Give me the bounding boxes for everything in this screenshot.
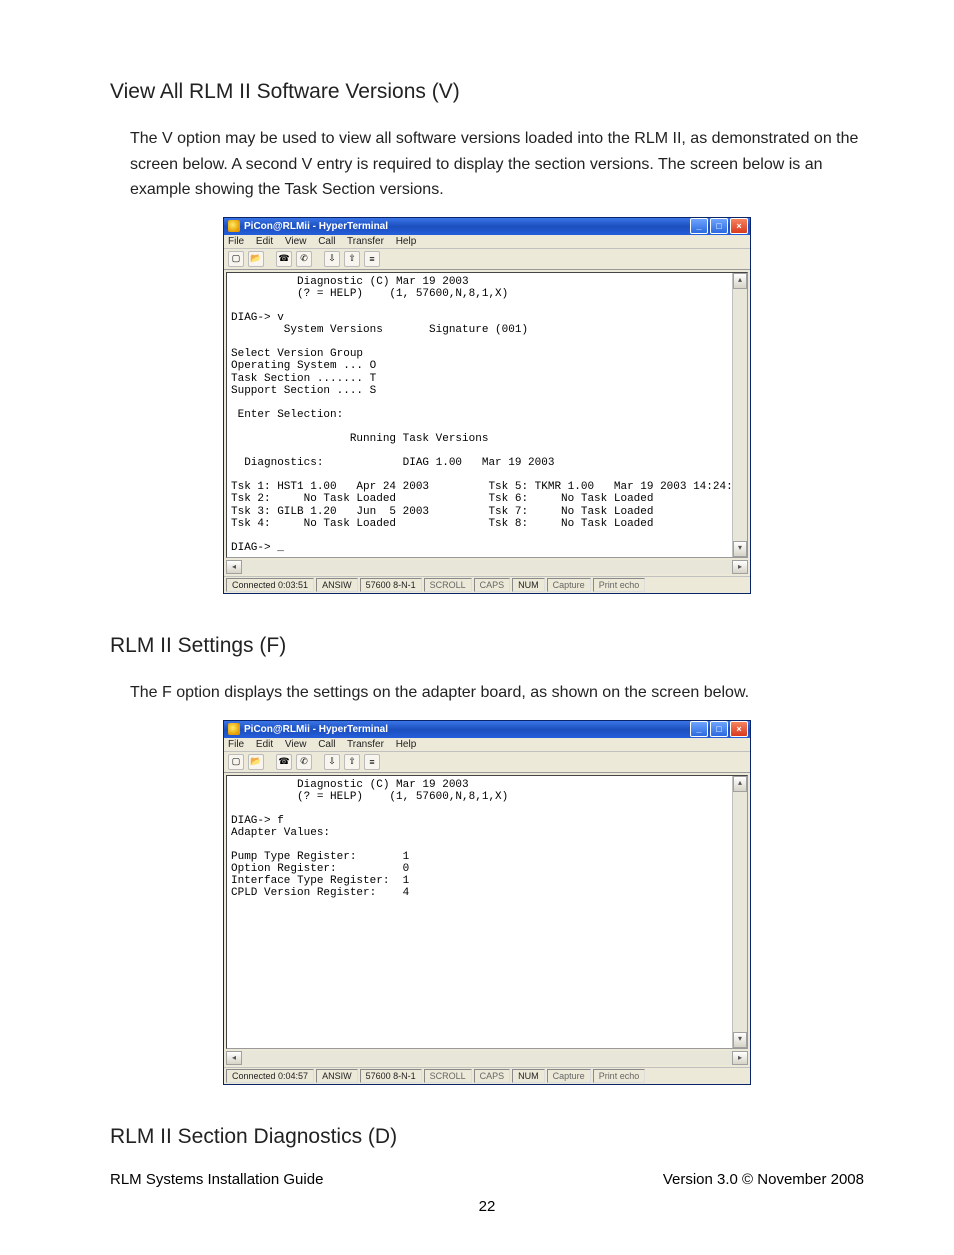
scroll-down-button[interactable]: ▾ [733, 541, 747, 557]
titlebar[interactable]: PiCon@RLMii - HyperTerminal _ □ × [224, 721, 750, 738]
heading-diagnostics: RLM II Section Diagnostics (D) [110, 1125, 864, 1149]
terminal-output[interactable]: Diagnostic (C) Mar 19 2003 (? = HELP) (1… [227, 273, 732, 557]
menu-help[interactable]: Help [396, 236, 417, 247]
statusbar: Connected 0:04:57 ANSIW 57600 8-N-1 SCRO… [224, 1067, 750, 1084]
open-icon[interactable]: 📂 [248, 754, 264, 770]
menu-view[interactable]: View [285, 236, 307, 247]
menu-transfer[interactable]: Transfer [347, 739, 384, 750]
scroll-right-button[interactable]: ▸ [732, 1051, 748, 1065]
menu-view[interactable]: View [285, 739, 307, 750]
status-num: NUM [512, 578, 545, 592]
scroll-up-button[interactable]: ▴ [733, 776, 747, 792]
properties-icon[interactable]: ≡ [364, 251, 380, 267]
vertical-scrollbar[interactable]: ▴ ▾ [732, 776, 747, 1048]
status-connected: Connected 0:03:51 [226, 578, 314, 592]
footer-right: Version 3.0 © November 2008 [663, 1171, 864, 1188]
status-caps: CAPS [474, 578, 511, 592]
minimize-button[interactable]: _ [690, 218, 708, 234]
status-connected: Connected 0:04:57 [226, 1069, 314, 1083]
app-icon [228, 723, 240, 735]
heading-settings: RLM II Settings (F) [110, 634, 864, 658]
send-icon[interactable]: ⇩ [324, 754, 340, 770]
new-icon[interactable]: ▢ [228, 754, 244, 770]
close-button[interactable]: × [730, 721, 748, 737]
call-icon[interactable]: ☎ [276, 754, 292, 770]
status-scroll: SCROLL [424, 1069, 472, 1083]
maximize-button[interactable]: □ [710, 218, 728, 234]
properties-icon[interactable]: ≡ [364, 754, 380, 770]
status-printecho: Print echo [593, 1069, 646, 1083]
status-scroll: SCROLL [424, 578, 472, 592]
horizontal-scrollbar[interactable]: ◂ ▸ [226, 1051, 748, 1065]
scroll-track[interactable] [733, 792, 747, 1032]
status-emulation: ANSIW [316, 578, 358, 592]
close-button[interactable]: × [730, 218, 748, 234]
scroll-left-button[interactable]: ◂ [226, 560, 242, 574]
statusbar: Connected 0:03:51 ANSIW 57600 8-N-1 SCRO… [224, 576, 750, 593]
status-settings: 57600 8-N-1 [360, 1069, 422, 1083]
status-settings: 57600 8-N-1 [360, 578, 422, 592]
hyperterminal-window-1: PiCon@RLMii - HyperTerminal _ □ × File E… [223, 217, 751, 594]
scroll-track[interactable] [733, 289, 747, 541]
menu-call[interactable]: Call [318, 739, 335, 750]
hangup-icon[interactable]: ✆ [296, 754, 312, 770]
horizontal-scrollbar[interactable]: ◂ ▸ [226, 560, 748, 574]
scroll-up-button[interactable]: ▴ [733, 273, 747, 289]
open-icon[interactable]: 📂 [248, 251, 264, 267]
scroll-left-button[interactable]: ◂ [226, 1051, 242, 1065]
menu-file[interactable]: File [228, 236, 244, 247]
menu-edit[interactable]: Edit [256, 739, 273, 750]
status-caps: CAPS [474, 1069, 511, 1083]
scroll-right-button[interactable]: ▸ [732, 560, 748, 574]
receive-icon[interactable]: ⇧ [344, 754, 360, 770]
hangup-icon[interactable]: ✆ [296, 251, 312, 267]
call-icon[interactable]: ☎ [276, 251, 292, 267]
window-title: PiCon@RLMii - HyperTerminal [244, 221, 388, 232]
scroll-track-h[interactable] [242, 560, 732, 574]
menu-call[interactable]: Call [318, 236, 335, 247]
minimize-button[interactable]: _ [690, 721, 708, 737]
para-settings: The F option displays the settings on th… [130, 680, 864, 706]
para-view-versions: The V option may be used to view all sof… [130, 126, 864, 203]
heading-view-versions: View All RLM II Software Versions (V) [110, 80, 864, 104]
terminal-area: Diagnostic (C) Mar 19 2003 (? = HELP) (1… [226, 775, 748, 1049]
window-title: PiCon@RLMii - HyperTerminal [244, 724, 388, 735]
menu-edit[interactable]: Edit [256, 236, 273, 247]
new-icon[interactable]: ▢ [228, 251, 244, 267]
status-num: NUM [512, 1069, 545, 1083]
receive-icon[interactable]: ⇧ [344, 251, 360, 267]
menu-transfer[interactable]: Transfer [347, 236, 384, 247]
page-number: 22 [110, 1198, 864, 1215]
vertical-scrollbar[interactable]: ▴ ▾ [732, 273, 747, 557]
toolbar: ▢ 📂 ☎ ✆ ⇩ ⇧ ≡ [224, 249, 750, 270]
status-capture: Capture [547, 578, 591, 592]
titlebar[interactable]: PiCon@RLMii - HyperTerminal _ □ × [224, 218, 750, 235]
page-footer: RLM Systems Installation Guide Version 3… [110, 1171, 864, 1188]
scroll-down-button[interactable]: ▾ [733, 1032, 747, 1048]
status-emulation: ANSIW [316, 1069, 358, 1083]
menu-help[interactable]: Help [396, 739, 417, 750]
terminal-output[interactable]: Diagnostic (C) Mar 19 2003 (? = HELP) (1… [227, 776, 732, 1048]
menu-file[interactable]: File [228, 739, 244, 750]
hyperterminal-window-2: PiCon@RLMii - HyperTerminal _ □ × File E… [223, 720, 751, 1085]
status-capture: Capture [547, 1069, 591, 1083]
send-icon[interactable]: ⇩ [324, 251, 340, 267]
footer-left: RLM Systems Installation Guide [110, 1171, 323, 1188]
status-printecho: Print echo [593, 578, 646, 592]
toolbar: ▢ 📂 ☎ ✆ ⇩ ⇧ ≡ [224, 752, 750, 773]
scroll-track-h[interactable] [242, 1051, 732, 1065]
maximize-button[interactable]: □ [710, 721, 728, 737]
app-icon [228, 220, 240, 232]
menubar: File Edit View Call Transfer Help [224, 738, 750, 752]
menubar: File Edit View Call Transfer Help [224, 235, 750, 249]
terminal-area: Diagnostic (C) Mar 19 2003 (? = HELP) (1… [226, 272, 748, 558]
